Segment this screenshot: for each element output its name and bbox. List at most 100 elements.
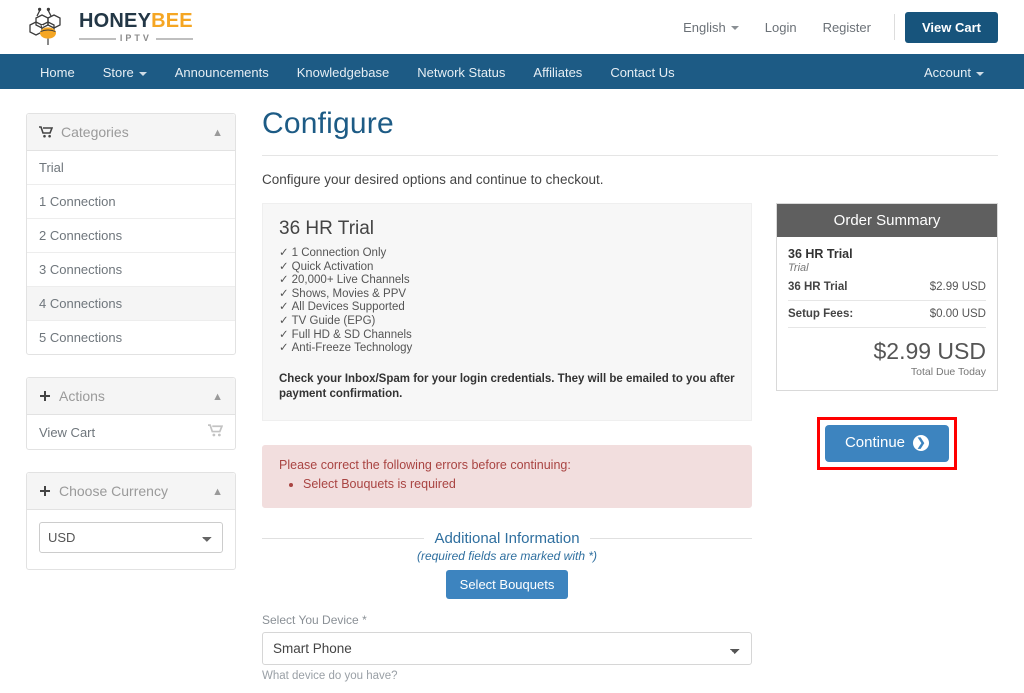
sidebar-item-label: 1 Connection (39, 194, 116, 209)
feature-item: ✓ Full HD & SD Channels (279, 329, 735, 343)
product-feature-list: ✓ 1 Connection Only ✓ Quick Activation ✓ 20… (279, 247, 735, 356)
configure-form-column: 36 HR Trial ✓ 1 Connection Only ✓ Quick Ac… (262, 203, 752, 693)
check-icon: ✓ (279, 328, 289, 341)
categories-panel-header[interactable]: Categories ▲ (27, 114, 235, 151)
logo-rule-left (79, 37, 116, 40)
device-field-help: What device do you have? (262, 669, 398, 682)
nav-item-knowledgebase[interactable]: Knowledgebase (283, 57, 404, 89)
site-logo[interactable]: HONEYBEE IPTV (26, 6, 193, 48)
header-divider (893, 14, 895, 40)
categories-panel: Categories ▲ Trial 1 Connection 2 Connec… (26, 113, 236, 355)
chevron-up-icon[interactable]: ▲ (212, 127, 223, 139)
sidebar-item-label: 3 Connections (39, 262, 123, 277)
nav-label-store: Store (102, 65, 134, 80)
feature-label: 1 Connection Only (291, 247, 387, 259)
check-icon: ✓ (279, 260, 289, 273)
view-cart-button[interactable]: View Cart (904, 11, 998, 43)
arrow-right-circle-icon: ❯ (913, 435, 930, 452)
logo-tagline: IPTV (119, 33, 152, 43)
feature-item: ✓ TV Guide (EPG) (279, 315, 735, 329)
logo-rule-right (155, 37, 193, 40)
check-icon: ✓ (279, 301, 289, 314)
error-alert: Please correct the following errors befo… (262, 444, 752, 508)
order-summary-column: Order Summary 36 HR Trial Trial 36 HR Tr… (776, 203, 998, 470)
sidebar-item-5-connections[interactable]: 5 Connections (27, 321, 235, 354)
product-name: 36 HR Trial (279, 218, 375, 239)
summary-total-amount: $2.99 USD (873, 338, 986, 364)
continue-highlight-box: Continue ❯ (816, 417, 958, 470)
sidebar-item-view-cart[interactable]: View Cart (27, 415, 235, 449)
nav-label-account: Account (924, 65, 971, 80)
error-alert-item: Select Bouquets is required (303, 475, 735, 493)
nav-item-account[interactable]: Account (910, 57, 998, 89)
language-selector[interactable]: English (670, 14, 752, 41)
legend-line-right (589, 537, 752, 539)
logo-word-bee: BEE (151, 10, 193, 32)
language-label: English (683, 19, 726, 35)
select-bouquets-button[interactable]: Select Bouquets (445, 569, 569, 599)
device-select[interactable]: Smart Phone (262, 631, 752, 665)
login-link[interactable]: Login (752, 14, 810, 41)
sidebar: Categories ▲ Trial 1 Connection 2 Connec… (26, 89, 236, 693)
continue-button-wrapper: Continue ❯ (776, 417, 998, 470)
nav-label-network-status: Network Status (417, 65, 506, 80)
currency-panel-body: USD (27, 510, 235, 569)
feature-label: 20,000+ Live Channels (291, 274, 410, 287)
order-summary-body: 36 HR Trial Trial 36 HR Trial $2.99 USD … (777, 237, 997, 390)
main-navigation: Home Store Announcements Knowledgebase N… (0, 57, 1024, 89)
currency-select[interactable]: USD (39, 522, 223, 553)
product-note: Check your Inbox/Spam for your login cre… (279, 372, 735, 400)
summary-line-item: Setup Fees: $0.00 USD (788, 301, 986, 328)
register-link[interactable]: Register (810, 14, 884, 41)
page-lead-text: Configure your desired options and conti… (262, 172, 604, 187)
currency-panel-header[interactable]: Choose Currency ▲ (27, 473, 235, 510)
actions-panel-header[interactable]: Actions ▲ (27, 378, 235, 415)
nav-item-store[interactable]: Store (89, 57, 161, 89)
header-utility-nav: English Login Register View Cart (670, 11, 998, 43)
actions-title: Actions (59, 388, 105, 404)
nav-label-contact-us: Contact Us (610, 65, 675, 80)
continue-button-label: Continue (844, 434, 906, 451)
nav-item-announcements[interactable]: Announcements (161, 57, 283, 89)
order-summary-panel: Order Summary 36 HR Trial Trial 36 HR Tr… (776, 203, 998, 391)
nav-label-announcements: Announcements (174, 65, 269, 80)
currency-panel: Choose Currency ▲ USD (26, 472, 236, 570)
summary-line-value: $2.99 USD (929, 281, 986, 293)
page-body: Categories ▲ Trial 1 Connection 2 Connec… (0, 89, 1024, 693)
feature-item: ✓ 1 Connection Only (279, 247, 735, 261)
summary-line-label: 36 HR Trial (788, 281, 848, 293)
chevron-up-icon[interactable]: ▲ (212, 486, 223, 498)
legend-line-left (262, 537, 425, 539)
plus-icon (39, 390, 51, 402)
summary-line-value: $0.00 USD (929, 308, 986, 320)
check-icon: ✓ (279, 314, 289, 327)
sidebar-item-label: View Cart (39, 424, 96, 440)
error-alert-heading: Please correct the following errors befo… (279, 457, 571, 472)
chevron-down-icon (976, 71, 984, 76)
sidebar-item-1-connection[interactable]: 1 Connection (27, 185, 235, 219)
sidebar-item-trial[interactable]: Trial (27, 151, 235, 185)
feature-item: ✓ Quick Activation (279, 261, 735, 275)
nav-label-affiliates: Affiliates (533, 65, 583, 80)
title-divider (262, 155, 998, 156)
feature-label: Full HD & SD Channels (291, 328, 412, 341)
nav-item-affiliates[interactable]: Affiliates (519, 57, 596, 89)
check-icon: ✓ (279, 287, 289, 300)
logo-word-honey: HONEY (79, 10, 152, 32)
nav-item-contact-us[interactable]: Contact Us (596, 57, 688, 89)
currency-title: Choose Currency (59, 483, 168, 499)
sidebar-item-3-connections[interactable]: 3 Connections (27, 253, 235, 287)
summary-line-item: 36 HR Trial $2.99 USD (788, 274, 986, 301)
chevron-up-icon[interactable]: ▲ (212, 391, 223, 403)
nav-item-home[interactable]: Home (26, 57, 89, 89)
sidebar-item-4-connections[interactable]: 4 Connections (27, 287, 235, 321)
feature-label: Anti-Freeze Technology (291, 342, 413, 355)
actions-panel: Actions ▲ View Cart (26, 377, 236, 450)
feature-label: Shows, Movies & PPV (291, 287, 407, 300)
nav-item-network-status[interactable]: Network Status (403, 57, 519, 89)
check-icon: ✓ (279, 247, 289, 259)
summary-product-name: 36 HR Trial (788, 247, 853, 261)
sidebar-item-2-connections[interactable]: 2 Connections (27, 219, 235, 253)
continue-button[interactable]: Continue ❯ (824, 425, 950, 462)
feature-item: ✓ 20,000+ Live Channels (279, 274, 735, 288)
